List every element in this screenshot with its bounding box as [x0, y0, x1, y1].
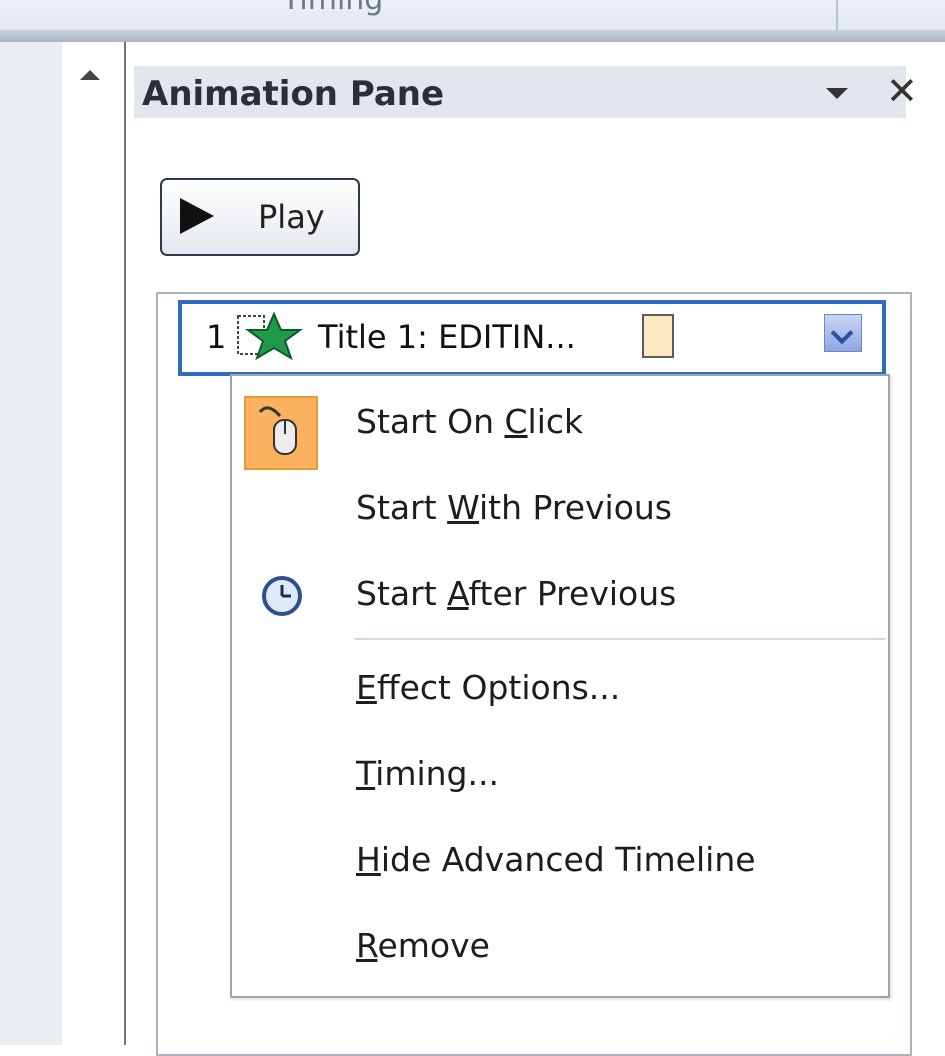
menu-item-label: Start With Previous: [356, 488, 672, 527]
ribbon-group-label: Timing: [282, 0, 383, 17]
menu-item-label: Timing...: [356, 754, 499, 793]
menu-item-label: Start On Click: [356, 402, 584, 441]
menu-item-timing[interactable]: Timing...: [232, 738, 888, 814]
ribbon: Timing: [0, 0, 945, 42]
menu-item-effect-options[interactable]: Effect Options...: [232, 652, 888, 728]
menu-item-hide-advanced-timeline[interactable]: Hide Advanced Timeline: [232, 824, 888, 900]
ribbon-divider: [836, 0, 838, 30]
timeline-bar[interactable]: [642, 314, 674, 358]
menu-item-label: Hide Advanced Timeline: [356, 840, 756, 879]
chevron-down-icon: [830, 321, 854, 345]
pane-options-dropdown-icon[interactable]: [826, 88, 848, 99]
pane-title: Animation Pane: [142, 74, 445, 114]
ribbon-edge: [0, 30, 945, 42]
item-dropdown-button[interactable]: [824, 314, 862, 352]
thumbnail-scrollbar[interactable]: [62, 42, 126, 1045]
animation-item[interactable]: 1 Title 1: EDITIN...: [178, 300, 886, 376]
play-button[interactable]: Play: [160, 178, 360, 256]
menu-separator: [354, 638, 886, 640]
pane-header: Animation Pane ✕: [134, 66, 918, 118]
left-gutter: [0, 42, 62, 1045]
menu-item-start-after-previous[interactable]: Start After Previous: [232, 558, 888, 634]
animation-number: 1: [206, 318, 227, 356]
context-menu: Start On Click Start With Previous Start…: [230, 374, 890, 998]
play-label: Play: [258, 198, 325, 236]
close-icon[interactable]: ✕: [886, 72, 918, 110]
menu-item-label: Start After Previous: [356, 574, 677, 613]
menu-item-label: Effect Options...: [356, 668, 621, 707]
menu-item-start-on-click[interactable]: Start On Click: [232, 386, 888, 470]
play-icon: [180, 198, 214, 234]
scroll-up-arrow-icon[interactable]: [80, 70, 100, 80]
animation-label: Title 1: EDITIN...: [318, 318, 576, 356]
mouse-click-icon: [244, 396, 318, 470]
entrance-effect-star-icon: [237, 312, 304, 361]
menu-item-label: Remove: [356, 926, 490, 965]
menu-item-start-with-previous[interactable]: Start With Previous: [232, 472, 888, 548]
menu-item-remove[interactable]: Remove: [232, 910, 888, 986]
clock-icon: [262, 576, 302, 616]
